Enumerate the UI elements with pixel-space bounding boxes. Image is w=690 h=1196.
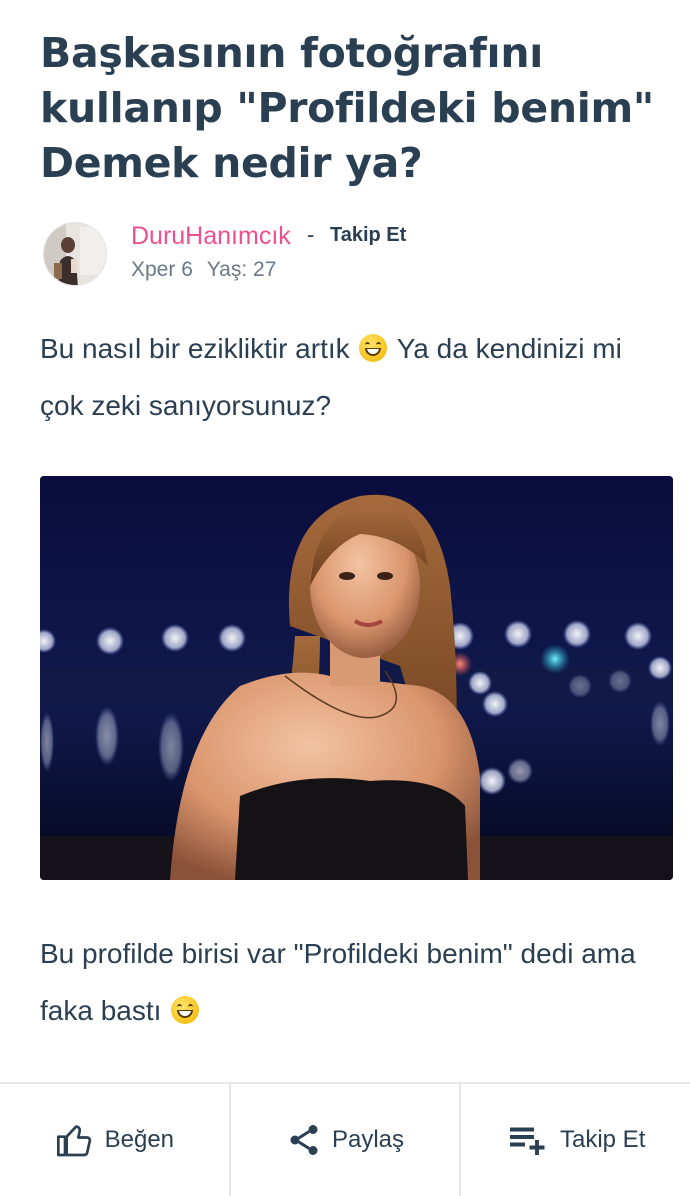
author-avatar[interactable] <box>43 222 107 286</box>
post-paragraph: Bu nasıl bir ezikliktir artık Ya da kend… <box>40 320 660 434</box>
author-xper: Xper 6 <box>131 258 193 281</box>
like-label: Beğen <box>104 1126 175 1153</box>
follow-label: Takip Et <box>559 1126 646 1153</box>
post-title: Başkasının fotoğrafını kullanıp "Profild… <box>40 29 654 187</box>
paragraph-text: Bu nasıl bir ezikliktir artık <box>40 333 358 364</box>
like-button[interactable]: Beğen <box>0 1084 229 1196</box>
follow-author-button[interactable]: Takip Et <box>330 224 406 247</box>
author-separator: - <box>307 222 315 247</box>
share-button[interactable]: Paylaş <box>228 1084 460 1196</box>
paragraph-text: Bu profilde birisi var "Profildeki benim… <box>40 938 636 1026</box>
playlist-add-icon <box>509 1127 545 1155</box>
author-name-link[interactable]: DuruHanımcık <box>131 222 291 251</box>
grinning-emoji-icon <box>359 334 388 362</box>
share-icon <box>290 1125 318 1155</box>
post-paragraph: Bu profilde birisi var "Profildeki benim… <box>40 925 660 1039</box>
grinning-emoji-icon <box>171 996 200 1024</box>
post-photo[interactable] <box>40 476 673 880</box>
author-meta: Xper 6 Yaş: 27 <box>131 258 276 282</box>
thumbs-up-icon <box>56 1125 91 1157</box>
author-block: DuruHanımcık - Takip Et Xper 6 Yaş: 27 <box>43 222 643 288</box>
post-action-bar: Beğen Paylaş Takip Et <box>0 1082 690 1196</box>
follow-button[interactable]: Takip Et <box>459 1084 690 1196</box>
author-age: Yaş: 27 <box>206 258 277 281</box>
share-label: Paylaş <box>331 1126 405 1153</box>
